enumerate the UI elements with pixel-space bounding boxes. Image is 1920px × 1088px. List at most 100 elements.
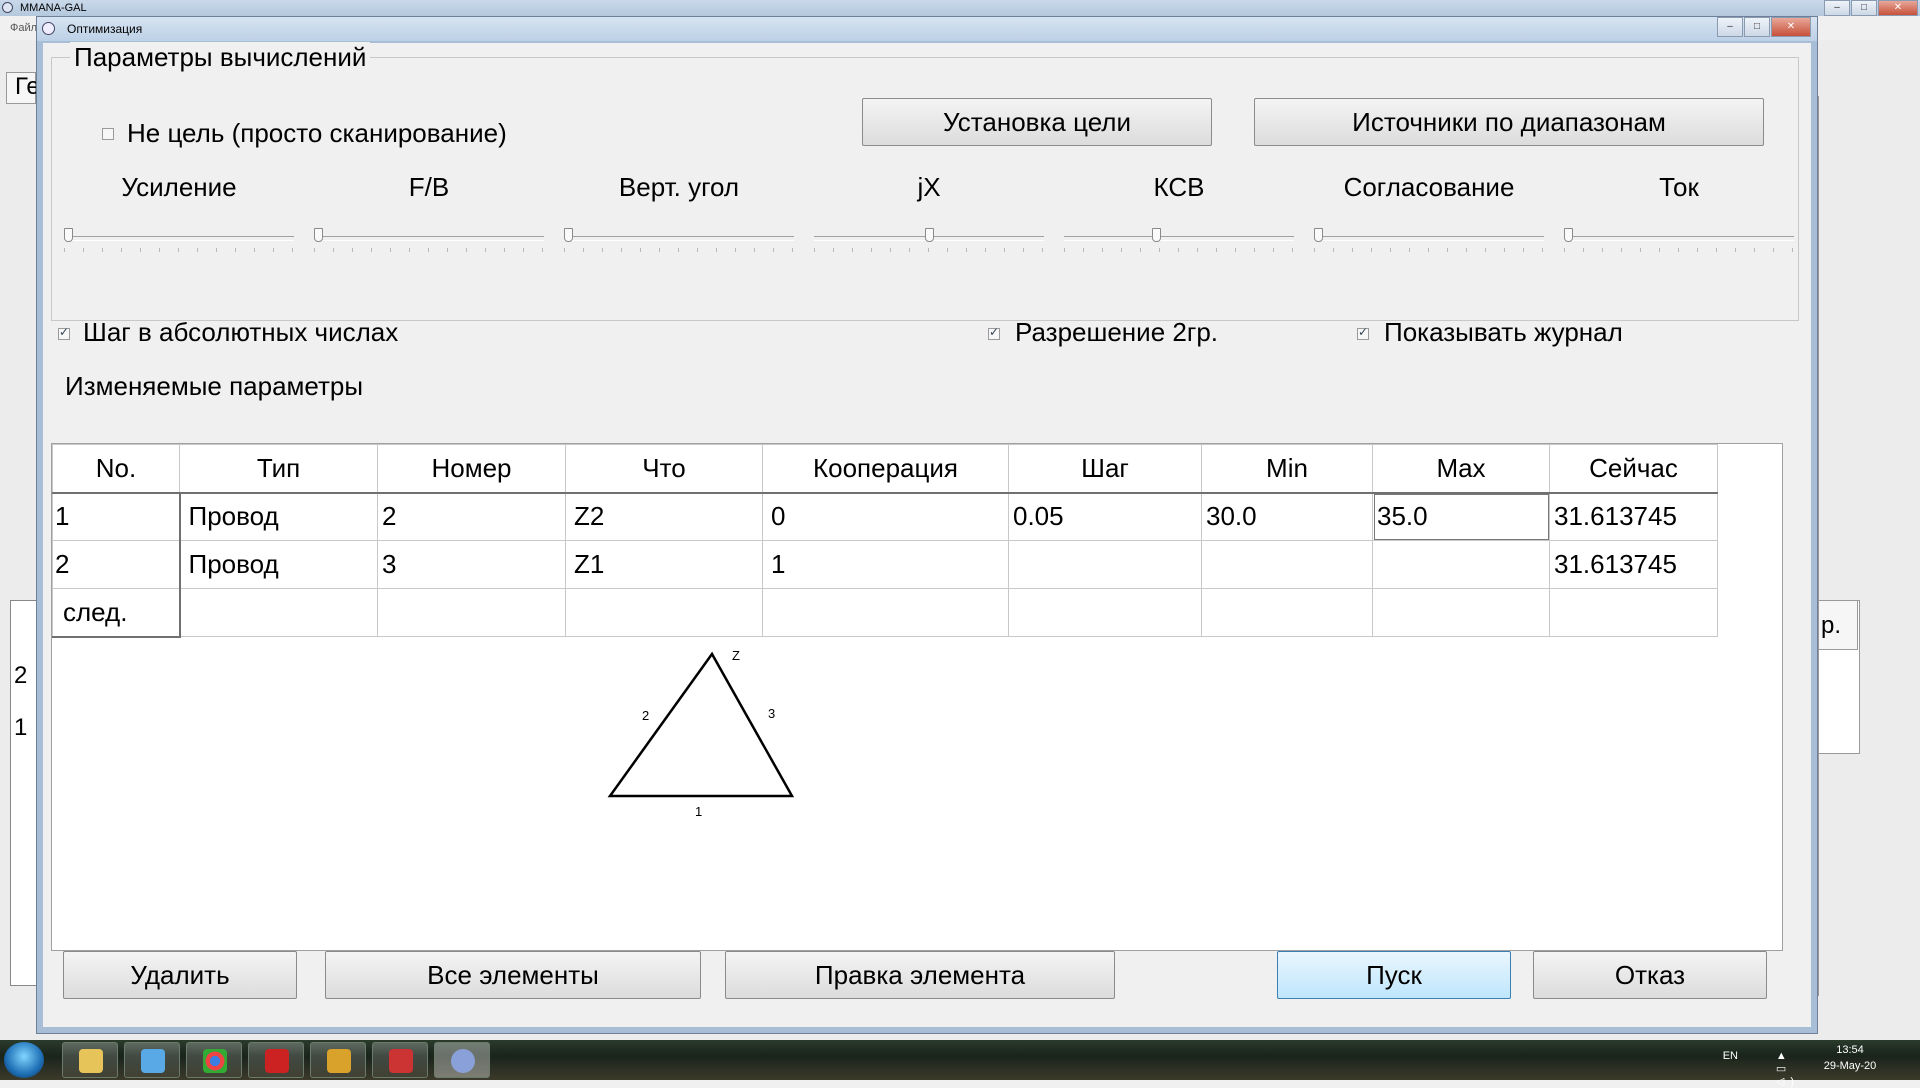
app-right-header: р. [1818, 600, 1858, 650]
show-log-checkbox[interactable] [1357, 325, 1369, 340]
calc-params-group: Параметры вычислений Не цель (просто ска… [51, 42, 1799, 321]
clock-time[interactable]: 13:54 [1810, 1044, 1890, 1056]
app-window-controls: – □ ✕ [1823, 0, 1918, 16]
slider-track [1564, 236, 1794, 241]
taskbar-mmana[interactable] [434, 1042, 490, 1078]
slider-label: F/B [408, 172, 450, 202]
slider-label: Согласование [1343, 172, 1515, 202]
dialog-close-button[interactable]: ✕ [1771, 17, 1811, 37]
slider-ticks [1064, 248, 1294, 252]
slider-ticks [814, 248, 1044, 252]
slider-ticks [564, 248, 794, 252]
chrome-icon [203, 1049, 227, 1073]
app-close-button[interactable]: ✕ [1878, 0, 1918, 16]
slider-ticks [64, 248, 294, 252]
weight-slider[interactable] [1314, 228, 1544, 258]
weight-slider[interactable] [64, 228, 294, 258]
dialog-titlebar[interactable]: Оптимизация – □ ✕ [37, 17, 1817, 41]
menu-file[interactable]: Файл [10, 22, 37, 34]
triangle-shape [607, 651, 795, 798]
app-list-number: 1 [14, 714, 28, 741]
triangle-diagram: Z 2 3 1 [607, 648, 795, 819]
slider-track [1064, 236, 1294, 241]
dialog-title: Оптимизация [67, 22, 143, 36]
dialog-logo-icon [42, 22, 55, 35]
app-maximize-button[interactable]: □ [1851, 0, 1877, 16]
calc-params-group-label: Параметры вычислений [70, 42, 371, 73]
taskbar: EN ▲ ▭ ◁) 13:54 29-May-20 [0, 1040, 1920, 1088]
band-sources-button[interactable]: Источники по диапазонам [1254, 98, 1764, 146]
slider-thumb[interactable] [564, 228, 573, 242]
slider-thumb[interactable] [1314, 228, 1323, 242]
dialog-window-controls: – □ ✕ [1716, 17, 1811, 37]
dialog-minimize-button[interactable]: – [1717, 17, 1743, 37]
weight-slider[interactable] [1064, 228, 1294, 258]
shield-icon [327, 1049, 351, 1073]
slider-track [1314, 236, 1544, 241]
taskbar-globe-app[interactable] [372, 1042, 428, 1078]
weight-slider[interactable] [564, 228, 794, 258]
taskbar-explorer[interactable] [62, 1042, 118, 1078]
cancel-button[interactable]: Отказ [1533, 951, 1767, 999]
slider-label: Верт. угол [618, 172, 740, 202]
slider-label: Усиление [121, 172, 237, 202]
edit-element-button[interactable]: Правка элемента [725, 951, 1115, 999]
slider-ticks [1564, 248, 1794, 252]
globe-icon [389, 1049, 413, 1073]
variable-params-grid: No. Тип Номер Что Кооперация Шаг Min Max… [51, 443, 1783, 951]
slider-label: jX [917, 172, 941, 202]
folder-icon [79, 1049, 103, 1073]
diagram-label-1: 1 [695, 804, 702, 819]
start-button[interactable]: Пуск [1277, 951, 1511, 999]
dialog-maximize-button[interactable]: □ [1744, 17, 1770, 37]
network-icon [141, 1049, 165, 1073]
diagram-label-z: Z [732, 648, 740, 663]
app-logo-icon [2, 2, 13, 13]
slider-label: Ток [1659, 172, 1699, 202]
taskbar-network[interactable] [124, 1042, 180, 1078]
app-minimize-button[interactable]: – [1824, 0, 1850, 16]
app-right-frame [1818, 96, 1917, 996]
abs-step-label: Шаг в абсолютных числах [83, 317, 399, 347]
app-list-number: 2 [14, 662, 28, 689]
mmana-icon [451, 1049, 475, 1073]
slider-thumb[interactable] [314, 228, 323, 242]
taskbar-chrome[interactable] [186, 1042, 242, 1078]
resolution-2gr-label: Разрешение 2гр. [1015, 317, 1218, 347]
start-button-windows[interactable] [4, 1042, 44, 1078]
clock-date[interactable]: 29-May-20 [1810, 1060, 1890, 1072]
slider-track [314, 236, 544, 241]
diagram-label-2: 2 [642, 708, 649, 723]
language-indicator[interactable]: EN [1723, 1050, 1738, 1062]
taskbar-shield-app[interactable] [310, 1042, 366, 1078]
weight-slider[interactable] [1564, 228, 1794, 258]
app-tab-geometry[interactable]: Ге [6, 72, 40, 104]
slider-track [64, 236, 294, 241]
fxdd-icon [265, 1049, 289, 1073]
no-goal-checkbox[interactable] [102, 128, 114, 140]
slider-thumb[interactable] [64, 228, 73, 242]
slider-ticks [314, 248, 544, 252]
show-log-label: Показывать журнал [1384, 317, 1623, 347]
weight-slider[interactable] [814, 228, 1044, 258]
slider-ticks [1314, 248, 1544, 252]
abs-step-checkbox[interactable] [58, 325, 70, 340]
no-goal-label: Не цель (просто сканирование) [127, 118, 507, 148]
variable-params-title: Изменяемые параметры [65, 371, 364, 401]
slider-thumb[interactable] [1152, 228, 1161, 242]
tray-icons[interactable]: ▲ ▭ ◁) [1776, 1050, 1800, 1088]
slider-thumb[interactable] [1564, 228, 1573, 242]
app-titlebar: MMANA-GAL – □ ✕ [0, 0, 1920, 16]
slider-track [564, 236, 794, 241]
slider-label: КСВ [1153, 172, 1205, 202]
slider-thumb[interactable] [925, 228, 934, 242]
diagram-label-3: 3 [768, 706, 775, 721]
all-elements-button[interactable]: Все элементы [325, 951, 701, 999]
taskbar-fxdd[interactable] [248, 1042, 304, 1078]
dialog-body: Параметры вычислений Не цель (просто ска… [43, 42, 1811, 1027]
weight-slider[interactable] [314, 228, 544, 258]
app-title: MMANA-GAL [20, 2, 87, 14]
delete-button[interactable]: Удалить [63, 951, 297, 999]
set-goal-button[interactable]: Установка цели [862, 98, 1212, 146]
resolution-2gr-checkbox[interactable] [988, 325, 1000, 340]
